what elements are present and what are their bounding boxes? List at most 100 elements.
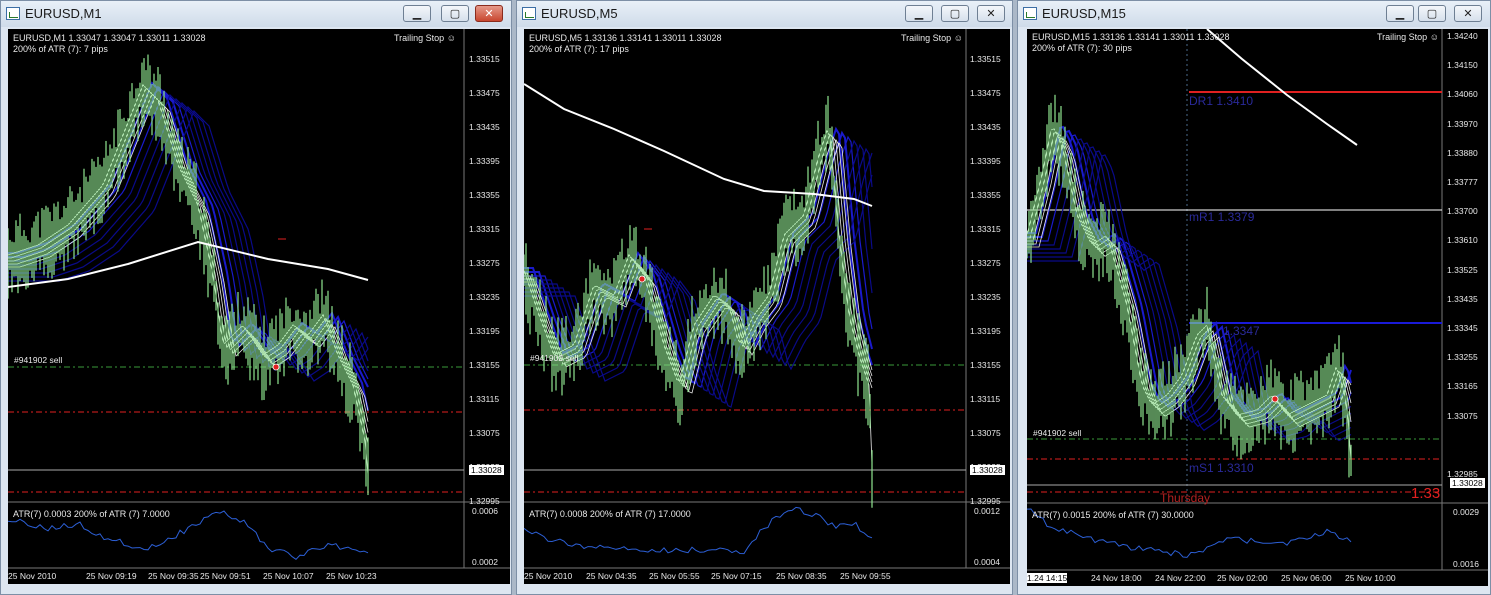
- price-axis-label: 1.33255: [1447, 352, 1478, 363]
- atr-axis-label: 0.0016: [1453, 559, 1479, 569]
- price-axis-label: 1.33345: [1447, 323, 1478, 333]
- price-axis-label: 1.34240: [1447, 31, 1478, 41]
- price-axis-label: 1.33155: [970, 360, 1001, 370]
- time-axis-label: 25 Nov 09:55: [840, 571, 891, 581]
- trade-marker: [1271, 395, 1279, 403]
- price-axis-label: 1.33355: [970, 190, 1001, 200]
- time-axis-label: 25 Nov 2010: [524, 571, 573, 581]
- time-axis-label: 25 Nov 10:23: [326, 571, 377, 581]
- price-axis-label: 1.33970: [1447, 118, 1478, 129]
- price-axis-label: 1.33435: [970, 122, 1001, 132]
- chart-window-icon: [522, 7, 536, 20]
- window-title: EURUSD,M5: [541, 6, 618, 21]
- close-button[interactable]: ✕: [1454, 5, 1482, 22]
- minimize-button[interactable]: ▁: [1386, 5, 1414, 22]
- price-axis-label: 1.33195: [469, 326, 500, 336]
- chart-window-m15[interactable]: EURUSD,M15 ▁ ▢ ✕ EURUSD,M15 1.33136 1.33…: [1017, 0, 1491, 595]
- chart-window-m1[interactable]: EURUSD,M1 ▁ ▢ ✕ EURUSD,M1 1.33047 1.3304…: [0, 0, 512, 595]
- close-button[interactable]: ✕: [475, 5, 503, 22]
- order-label: #941902 sell: [1033, 428, 1082, 438]
- symbol-info: EURUSD,M5 1.33136 1.33141 1.33011 1.3302…: [529, 33, 722, 43]
- price-axis-label: 1.33475: [469, 88, 500, 98]
- symbol-info: EURUSD,M15 1.33136 1.33141 1.33011 1.330…: [1032, 32, 1230, 42]
- time-axis-label: 25 Nov 09:51: [200, 571, 251, 581]
- price-axis-label: 1.32995: [469, 496, 500, 506]
- maximize-button[interactable]: ▢: [941, 5, 969, 22]
- price-axis-label: 1.33475: [970, 88, 1001, 98]
- pivot-label-ms1: mS1 1.3310: [1189, 461, 1254, 475]
- price-axis-label: 1.33435: [1447, 293, 1478, 304]
- price-axis-label: 1.33235: [970, 292, 1001, 302]
- price-axis-label: 1.33880: [1447, 147, 1478, 158]
- atr-axis-label: 0.0004: [974, 557, 1000, 567]
- price-axis-label: 1.34150: [1447, 60, 1478, 71]
- price-axis-label: 1.33075: [970, 428, 1001, 438]
- time-axis-label: 25 Nov 04:35: [586, 571, 637, 581]
- price-axis-label: 1.33525: [1447, 264, 1478, 275]
- price-axis-label: 1.33700: [1447, 206, 1478, 217]
- chart-canvas: [8, 29, 510, 569]
- price-axis-label: 1.33395: [970, 156, 1001, 166]
- atr-indicator-label: ATR(7) 0.0003 200% of ATR (7) 7.0000: [13, 509, 170, 519]
- minimize-button[interactable]: ▁: [905, 5, 933, 22]
- close-button[interactable]: ✕: [977, 5, 1005, 22]
- price-axis-label: 1.33435: [469, 122, 500, 132]
- time-axis-label: 25 Nov 07:15: [711, 571, 762, 581]
- time-axis-label: 25 Nov 06:00: [1281, 573, 1332, 583]
- current-price-tag: 1.33028: [970, 465, 1005, 475]
- trade-marker: [638, 275, 646, 283]
- price-chart-area[interactable]: EURUSD,M1 1.33047 1.33047 1.33011 1.3302…: [8, 29, 510, 584]
- title-bar[interactable]: EURUSD,M15 ▁ ▢ ✕: [1018, 1, 1490, 27]
- pivot-label-dr1: DR1 1.3410: [1189, 94, 1254, 108]
- pivot-label-mr1: mR1 1.3379: [1189, 210, 1255, 224]
- time-axis-label: 25 Nov 02:00: [1217, 573, 1268, 583]
- price-axis-label: 1.33195: [970, 326, 1001, 336]
- price-axis-label: 1.33610: [1447, 235, 1478, 246]
- time-axis-label: 25 Nov 09:35: [148, 571, 199, 581]
- title-bar[interactable]: EURUSD,M1 ▁ ▢ ✕: [1, 1, 511, 27]
- atr-info: 200% of ATR (7): 7 pips: [13, 44, 108, 54]
- window-title: EURUSD,M15: [1042, 6, 1126, 21]
- atr-axis-label: 0.0002: [472, 557, 498, 567]
- price-axis-label: 1.33515: [970, 54, 1001, 64]
- maximize-button[interactable]: ▢: [1418, 5, 1446, 22]
- time-axis-label: 25 Nov 2010: [8, 571, 57, 581]
- price-axis-label: 1.33395: [469, 156, 500, 166]
- trailing-stop-label: Trailing Stop ☺: [394, 33, 456, 43]
- price-axis-label: 1.34060: [1447, 89, 1478, 100]
- chart-window-icon: [1023, 7, 1037, 20]
- chart-window-icon: [6, 7, 20, 20]
- long-ma-line: [1206, 29, 1358, 146]
- price-axis-label: 1.33075: [1447, 410, 1478, 421]
- chart-window-m5[interactable]: EURUSD,M5 ▁ ▢ ✕ EURUSD,M5 1.33136 1.3314…: [516, 0, 1013, 595]
- time-axis-label: 25 Nov 10:07: [263, 571, 314, 581]
- current-price-tag: 1.33028: [1450, 478, 1485, 488]
- trailing-stop-label: Trailing Stop ☺: [1377, 32, 1439, 42]
- atr-indicator-label: ATR(7) 0.0015 200% of ATR (7) 30.0000: [1032, 510, 1194, 520]
- price-axis-label: 1.32995: [970, 496, 1001, 506]
- price-chart-area[interactable]: EURUSD,M5 1.33136 1.33141 1.33011 1.3302…: [524, 29, 1010, 584]
- price-axis-label: 1.33115: [469, 394, 500, 404]
- price-axis-label: 1.33777: [1447, 177, 1478, 187]
- atr-indicator-label: ATR(7) 0.0008 200% of ATR (7) 17.0000: [529, 509, 691, 519]
- title-bar[interactable]: EURUSD,M5 ▁ ▢ ✕: [517, 1, 1012, 27]
- atr-axis-label: 0.0029: [1453, 507, 1479, 517]
- time-axis-label: 1.24 14:15: [1027, 573, 1068, 583]
- price-axis-label: 1.33275: [970, 258, 1001, 268]
- day-separator-label: Thursday: [1160, 491, 1211, 505]
- minimize-button[interactable]: ▁: [403, 5, 431, 22]
- chart-canvas: [1027, 29, 1488, 571]
- price-axis-label: 1.33075: [469, 428, 500, 438]
- price-axis-label: 1.33315: [970, 224, 1001, 234]
- maximize-button[interactable]: ▢: [441, 5, 469, 22]
- price-chart-area[interactable]: EURUSD,M15 1.33136 1.33141 1.33011 1.330…: [1027, 29, 1488, 586]
- time-axis-label: 25 Nov 09:19: [86, 571, 137, 581]
- big-price-label: 1.33: [1411, 485, 1441, 502]
- atr-axis-label: 0.0012: [974, 506, 1000, 516]
- atr-axis-label: 0.0006: [472, 506, 498, 516]
- order-label: #941902 sell: [530, 353, 579, 363]
- price-axis-label: 1.33315: [469, 224, 500, 234]
- price-axis-label: 1.33155: [469, 360, 500, 370]
- time-axis-label: 24 Nov 18:00: [1091, 573, 1142, 583]
- chart-canvas: [524, 29, 1010, 569]
